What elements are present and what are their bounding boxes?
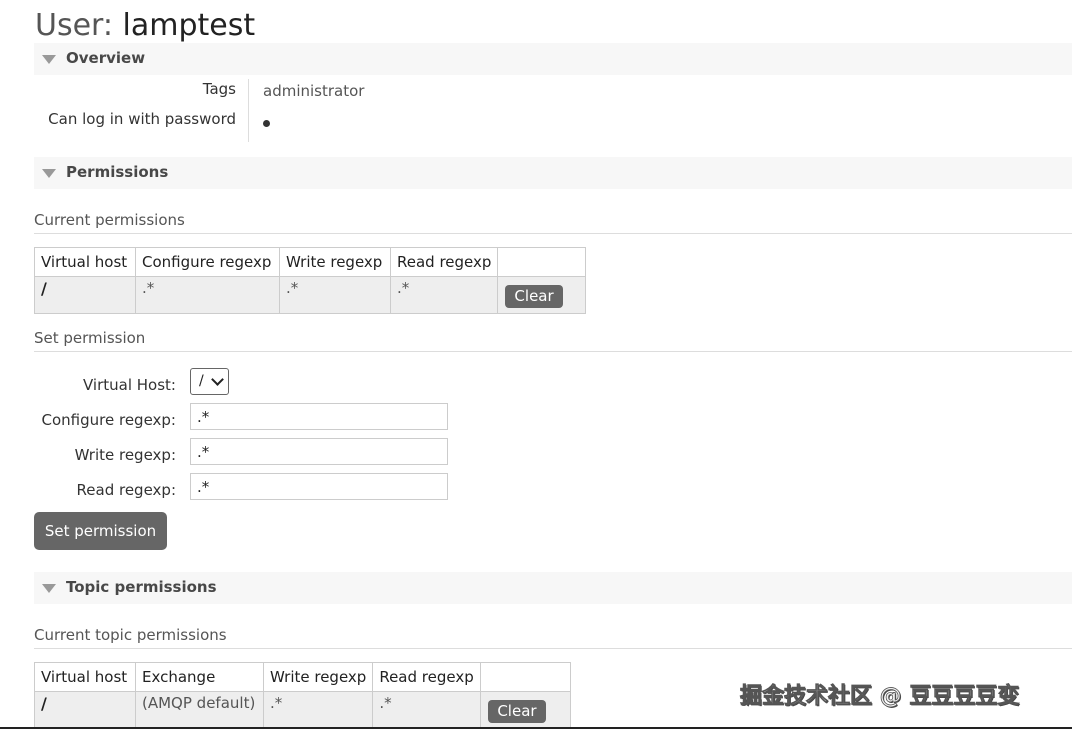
current-permissions-table: Virtual host Configure regexp Write rege… — [34, 247, 586, 314]
overview-divider — [248, 79, 249, 142]
permissions-section-header[interactable]: Permissions — [34, 157, 1072, 189]
read-regexp-label: Read regexp: — [76, 481, 176, 499]
current-topic-permissions-heading: Current topic permissions — [34, 626, 1072, 649]
topic-permissions-section-header[interactable]: Topic permissions — [34, 572, 1072, 604]
column-header: Write regexp — [262, 662, 374, 692]
actions-cell: Clear — [497, 276, 586, 314]
page-title: User: lamptest — [35, 4, 255, 48]
bullet-dot-icon — [263, 120, 270, 127]
table-header-row: Virtual host Configure regexp Write rege… — [34, 247, 586, 277]
overview-section-header[interactable]: Overview — [34, 43, 1072, 75]
overview-heading: Overview — [66, 49, 146, 67]
actions-cell: Clear — [480, 691, 571, 729]
write-regexp-input[interactable] — [190, 438, 448, 465]
column-header: Write regexp — [279, 247, 391, 277]
triangle-down-icon — [42, 169, 56, 178]
set-permission-heading: Set permission — [34, 329, 1072, 352]
tags-label: Tags — [202, 80, 236, 98]
vhost-select-value: / — [199, 373, 204, 389]
column-header-actions — [497, 247, 586, 277]
clear-permission-button[interactable]: Clear — [505, 285, 563, 308]
page-title-prefix: User: — [35, 8, 113, 43]
column-header: Configure regexp — [135, 247, 280, 277]
configure-regexp-cell: .* — [135, 276, 280, 314]
triangle-down-icon — [42, 55, 56, 64]
table-header-row: Virtual host Exchange Write regexp Read … — [34, 662, 571, 692]
vhost-select[interactable]: / — [190, 368, 229, 395]
table-row: / (AMQP default) .* .* Clear — [34, 691, 571, 729]
column-header: Virtual host — [34, 662, 136, 692]
write-regexp-cell: .* — [279, 276, 391, 314]
chevron-down-icon — [211, 373, 224, 386]
set-permission-button[interactable]: Set permission — [34, 512, 167, 550]
vhost-cell: / — [34, 276, 136, 314]
read-regexp-input[interactable] — [190, 473, 448, 500]
tags-value: administrator — [263, 82, 365, 100]
permissions-heading: Permissions — [66, 163, 169, 181]
configure-regexp-input[interactable] — [190, 403, 448, 430]
current-permissions-heading: Current permissions — [34, 211, 1072, 234]
configure-regexp-label: Configure regexp: — [41, 411, 176, 429]
topic-permissions-heading: Topic permissions — [66, 578, 217, 596]
triangle-down-icon — [42, 584, 56, 593]
page-title-username: lamptest — [122, 8, 256, 43]
password-login-label: Can log in with password — [48, 110, 236, 128]
table-row: / .* .* .* Clear — [34, 276, 586, 314]
column-header: Read regexp — [389, 247, 499, 277]
watermark: 掘金技术社区 @ 豆豆豆豆变 — [740, 684, 1020, 710]
clear-topic-permission-button[interactable]: Clear — [488, 700, 546, 723]
write-regexp-cell: .* — [262, 691, 374, 729]
column-header: Virtual host — [34, 247, 136, 277]
vhost-cell: / — [34, 691, 136, 729]
read-regexp-cell: .* — [389, 276, 499, 314]
current-topic-permissions-table: Virtual host Exchange Write regexp Read … — [34, 662, 571, 729]
exchange-cell: (AMQP default) — [135, 691, 264, 729]
read-regexp-cell: .* — [372, 691, 482, 729]
column-header: Read regexp — [372, 662, 482, 692]
column-header-actions — [480, 662, 571, 692]
write-regexp-label: Write regexp: — [74, 446, 176, 464]
vhost-select-label: Virtual Host: — [83, 376, 176, 394]
column-header: Exchange — [135, 662, 264, 692]
